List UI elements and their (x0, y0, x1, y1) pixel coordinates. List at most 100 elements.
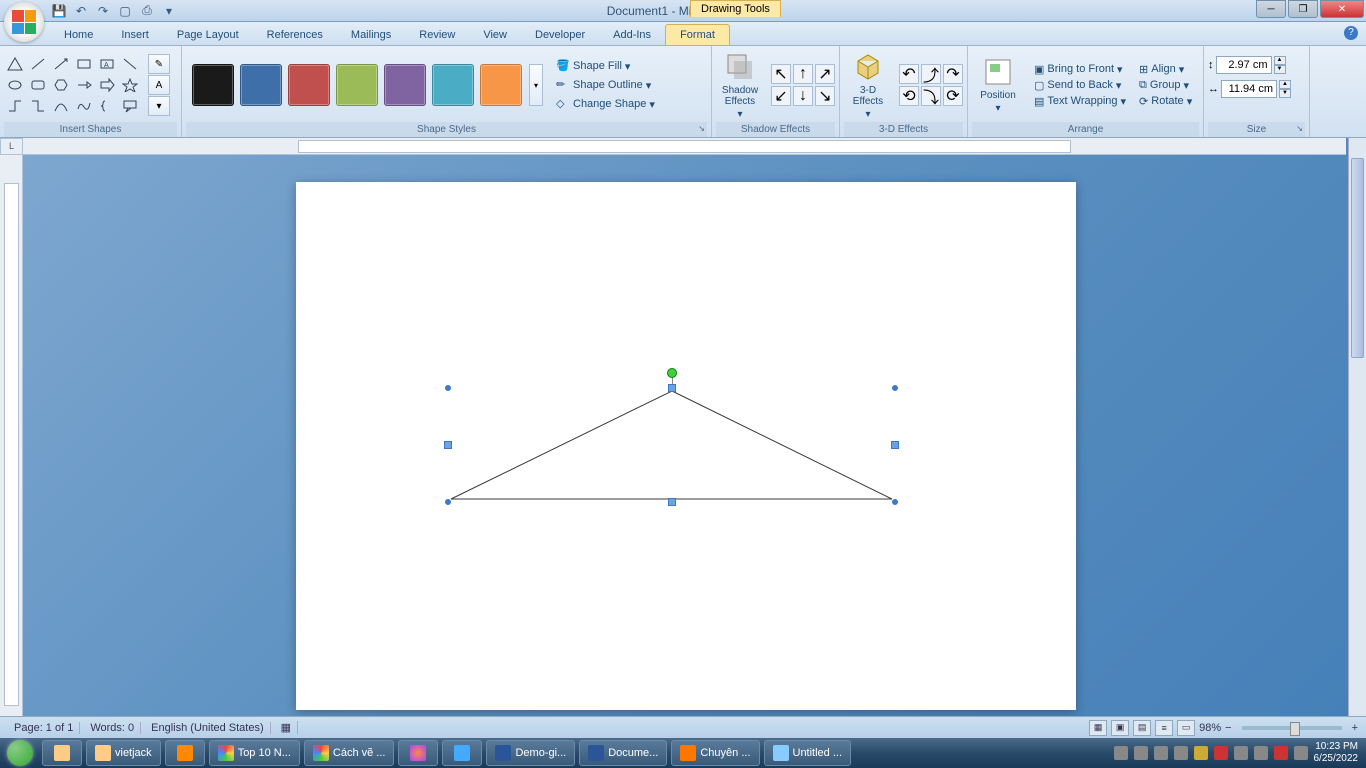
shape-oval-icon[interactable] (4, 75, 26, 95)
change-shape-button[interactable]: ◇Change Shape ▾ (552, 95, 659, 113)
shape-freeform-icon[interactable] (73, 96, 95, 116)
shadow-nudge-tr-icon[interactable]: ↗ (815, 64, 835, 84)
tilt-right2-icon[interactable]: ⟳ (943, 86, 963, 106)
help-icon[interactable]: ? (1344, 26, 1358, 40)
width-up-icon[interactable]: ▲ (1279, 80, 1291, 89)
size-launcher-icon[interactable]: ↘ (1296, 124, 1303, 133)
tab-developer[interactable]: Developer (521, 25, 599, 45)
style-swatch-7[interactable] (480, 64, 522, 106)
3d-effects-button[interactable]: 3-D Effects ▾ (844, 49, 892, 122)
tab-insert[interactable]: Insert (107, 25, 163, 45)
status-words[interactable]: Words: 0 (84, 722, 141, 734)
shape-star-icon[interactable] (119, 75, 141, 95)
tab-home[interactable]: Home (50, 25, 107, 45)
task-vietjack[interactable]: vietjack (86, 740, 161, 766)
shape-outline-button[interactable]: ✏Shape Outline ▾ (552, 76, 659, 94)
tray-icon-4[interactable] (1174, 746, 1188, 760)
shape-line2-icon[interactable] (119, 54, 141, 74)
task-word2[interactable]: Docume... (579, 740, 667, 766)
handle-mr[interactable] (891, 441, 899, 449)
view-web-icon[interactable]: ▤ (1133, 720, 1151, 736)
task-media[interactable] (165, 740, 205, 766)
shadow-nudge-bl-icon[interactable]: ↙ (771, 86, 791, 106)
tab-format[interactable]: Format (665, 24, 730, 45)
shadow-nudge-down-icon[interactable]: ↓ (793, 86, 813, 106)
zoom-out-icon[interactable]: − (1225, 722, 1231, 734)
handle-tm[interactable] (668, 384, 676, 392)
tilt-right-icon[interactable]: ↷ (943, 64, 963, 84)
task-paint[interactable]: Untitled ... (764, 740, 852, 766)
tilt-left-icon[interactable]: ↶ (899, 64, 919, 84)
tab-references[interactable]: References (253, 25, 337, 45)
tray-icon-6[interactable] (1214, 746, 1228, 760)
clock[interactable]: 10:23 PM 6/25/2022 (1314, 741, 1359, 765)
bring-to-front-button[interactable]: ▣Bring to Front ▾ (1031, 62, 1129, 77)
tray-icon-1[interactable] (1114, 746, 1128, 760)
save-icon[interactable]: 💾 (50, 2, 68, 20)
tray-icon-5[interactable] (1194, 746, 1208, 760)
vertical-scrollbar[interactable] (1348, 138, 1366, 716)
tilt-left2-icon[interactable]: ⟲ (899, 86, 919, 106)
tab-addins[interactable]: Add-Ins (599, 25, 665, 45)
office-button[interactable] (4, 2, 44, 42)
text-wrapping-button[interactable]: ▤Text Wrapping ▾ (1031, 94, 1129, 109)
task-chrome1[interactable]: Top 10 N... (209, 740, 300, 766)
style-swatch-2[interactable] (240, 64, 282, 106)
handle-tr[interactable] (891, 384, 899, 392)
tab-view[interactable]: View (469, 25, 521, 45)
ruler-corner[interactable]: L (0, 138, 23, 155)
tray-icon-7[interactable] (1234, 746, 1248, 760)
shape-arrow2-icon[interactable] (73, 75, 95, 95)
undo-icon[interactable]: ↶ (72, 2, 90, 20)
shape-arrow-icon[interactable] (50, 54, 72, 74)
shape-connector-icon[interactable] (4, 96, 26, 116)
minimize-button[interactable]: ─ (1256, 0, 1286, 18)
width-input[interactable] (1221, 80, 1277, 98)
qat-more-icon[interactable]: ▾ (160, 2, 178, 20)
horizontal-ruler[interactable] (23, 138, 1346, 155)
view-outline-icon[interactable]: ≡ (1155, 720, 1173, 736)
rotate-button[interactable]: ⟳Rotate ▾ (1136, 94, 1195, 109)
new-icon[interactable]: ▢ (116, 2, 134, 20)
status-page[interactable]: Page: 1 of 1 (8, 722, 80, 734)
view-draft-icon[interactable]: ▭ (1177, 720, 1195, 736)
restore-button[interactable]: ❐ (1288, 0, 1318, 18)
shape-arrow3-icon[interactable] (96, 75, 118, 95)
style-swatch-6[interactable] (432, 64, 474, 106)
shape-triangle-icon[interactable] (4, 54, 26, 74)
height-input[interactable] (1216, 56, 1272, 74)
view-print-layout-icon[interactable]: ▦ (1089, 720, 1107, 736)
handle-bl[interactable] (444, 498, 452, 506)
shape-brace-icon[interactable] (96, 96, 118, 116)
height-down-icon[interactable]: ▼ (1274, 65, 1286, 74)
shape-textbox-icon[interactable]: A (96, 54, 118, 74)
shape-roundrect-icon[interactable] (27, 75, 49, 95)
shapes-more-icon[interactable]: ▾ (148, 96, 170, 116)
shadow-nudge-tl-icon[interactable]: ↖ (771, 64, 791, 84)
tray-icon-9[interactable] (1274, 746, 1288, 760)
dialog-launcher-icon[interactable]: ↘ (698, 124, 705, 133)
tray-icon-8[interactable] (1254, 746, 1268, 760)
tray-icon-3[interactable] (1154, 746, 1168, 760)
triangle-shape[interactable] (448, 388, 895, 502)
width-down-icon[interactable]: ▼ (1279, 89, 1291, 98)
shape-hex-icon[interactable] (50, 75, 72, 95)
tilt-up-icon[interactable]: ⤴ (921, 64, 941, 84)
handle-bm[interactable] (668, 498, 676, 506)
redo-icon[interactable]: ↷ (94, 2, 112, 20)
tab-mailings[interactable]: Mailings (337, 25, 405, 45)
task-firefox[interactable] (398, 740, 438, 766)
send-to-back-button[interactable]: ▢Send to Back ▾ (1031, 78, 1129, 93)
shape-fill-button[interactable]: 🪣Shape Fill ▾ (552, 57, 659, 75)
handle-tl[interactable] (444, 384, 452, 392)
tab-page-layout[interactable]: Page Layout (163, 25, 253, 45)
shape-curve-icon[interactable] (50, 96, 72, 116)
tray-icon-10[interactable] (1294, 746, 1308, 760)
status-language[interactable]: English (United States) (145, 722, 271, 734)
close-button[interactable]: ✕ (1320, 0, 1364, 18)
handle-ml[interactable] (444, 441, 452, 449)
style-swatch-5[interactable] (384, 64, 426, 106)
align-button[interactable]: ⊞Align ▾ (1136, 62, 1195, 77)
shadow-effects-button[interactable]: Shadow Effects ▾ (716, 49, 764, 122)
styles-more-icon[interactable]: ▾ (529, 64, 543, 106)
